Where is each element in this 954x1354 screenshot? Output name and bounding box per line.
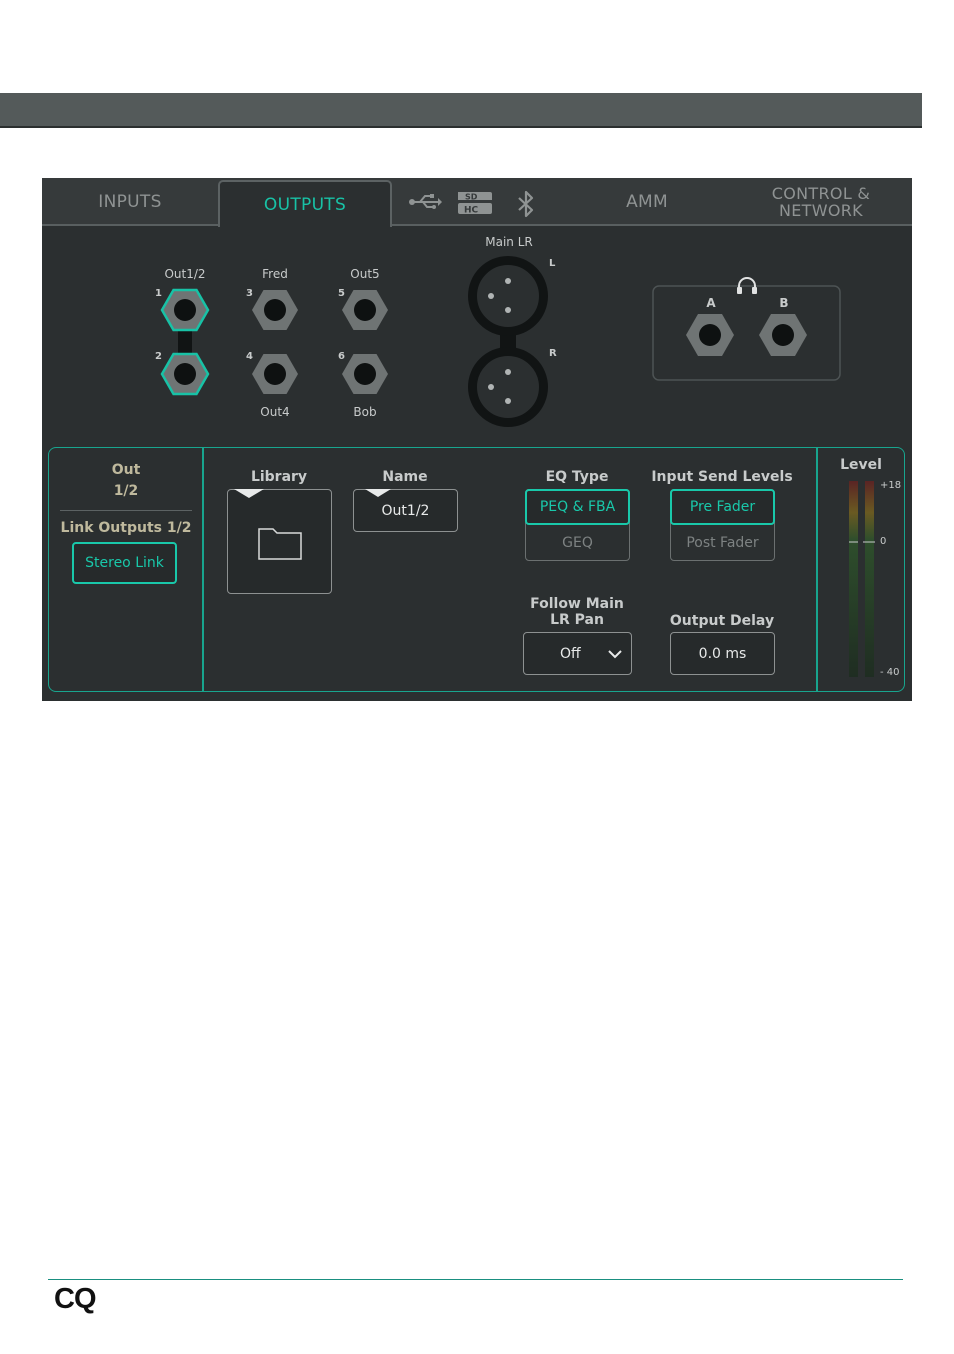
name-title: Name (382, 469, 428, 485)
headphone-socket-b (759, 314, 807, 356)
input-send-levels-title: Input Send Levels (651, 469, 793, 485)
eq-type-title: EQ Type (545, 469, 609, 485)
name-pointer-icon (365, 489, 391, 497)
output-delay-field[interactable]: 0.0 ms (670, 632, 775, 675)
level-title: Level (840, 457, 882, 473)
jack-socket-1 (160, 288, 210, 332)
folder-icon (257, 527, 302, 560)
library-title: Library (250, 469, 308, 485)
eq-peq-fba-button[interactable]: PEQ & FBA (525, 489, 630, 525)
headphones-a-label: A (706, 296, 716, 310)
section-divider-right (816, 448, 818, 691)
library-pointer-icon (234, 489, 264, 498)
eq-geq-button[interactable]: GEQ (525, 525, 630, 561)
jack-socket-4 (252, 354, 298, 394)
socket-graphics (160, 256, 841, 427)
channel-name-line1: Out (111, 462, 141, 478)
jack-socket-5 (342, 290, 388, 330)
tab-outputs[interactable]: OUTPUTS (218, 180, 392, 227)
follow-pan-title-line2: LR Pan (550, 612, 604, 628)
follow-pan-dropdown[interactable]: Off (523, 632, 632, 675)
xlr-socket-left (468, 256, 548, 336)
headphones-b-label: B (779, 296, 789, 310)
stereo-link-bar (178, 330, 192, 354)
channel-settings-section: Out 1/2 Link Outputs 1/2 Stereo Link Lib… (48, 447, 905, 692)
stereo-link-button[interactable]: Stereo Link (72, 542, 177, 584)
document-header-bar (0, 93, 922, 128)
output-delay-title: Output Delay (669, 613, 775, 629)
cq-logo: CQ (54, 1283, 96, 1315)
outputs-panel: INPUTS OUTPUTS SD HC AMM CONTROL & NETWO… (42, 178, 912, 701)
level-scale-bottom: - 40 (880, 667, 900, 678)
link-outputs-title: Link Outputs 1/2 (60, 520, 192, 536)
main-lr-label: Main LR (485, 235, 533, 249)
level-meter (846, 481, 909, 685)
jack-socket-3 (252, 290, 298, 330)
level-scale-top: +18 (880, 480, 902, 491)
follow-pan-value: Off (560, 645, 581, 662)
headphones-icon (735, 276, 759, 300)
section-divider-left (202, 448, 204, 691)
chevron-down-icon (608, 650, 622, 659)
xlr-socket-right (468, 347, 548, 427)
xlr-left-label: L (549, 258, 556, 269)
headphones-box (652, 285, 841, 381)
jack-socket-2 (160, 352, 210, 396)
channel-name-line2: 1/2 (113, 483, 139, 499)
xlr-right-label: R (549, 348, 557, 359)
level-scale-mid: 0 (880, 536, 887, 547)
headphone-socket-a (686, 314, 734, 356)
follow-pan-title-line1: Follow Main (530, 596, 624, 612)
footer-divider (48, 1279, 903, 1280)
library-button[interactable] (227, 489, 332, 594)
post-fader-button[interactable]: Post Fader (670, 525, 775, 561)
pre-fader-button[interactable]: Pre Fader (670, 489, 775, 525)
channel-name-divider (60, 510, 192, 511)
jack-socket-6 (342, 354, 388, 394)
